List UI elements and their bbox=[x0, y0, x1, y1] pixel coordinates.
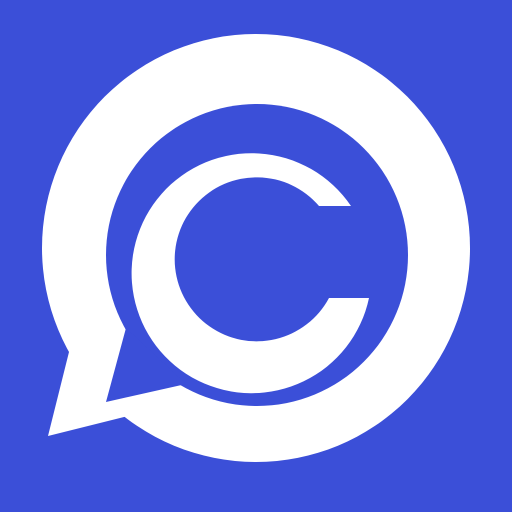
chat-bubble-c-logo-icon bbox=[0, 0, 512, 512]
app-icon bbox=[0, 0, 512, 512]
